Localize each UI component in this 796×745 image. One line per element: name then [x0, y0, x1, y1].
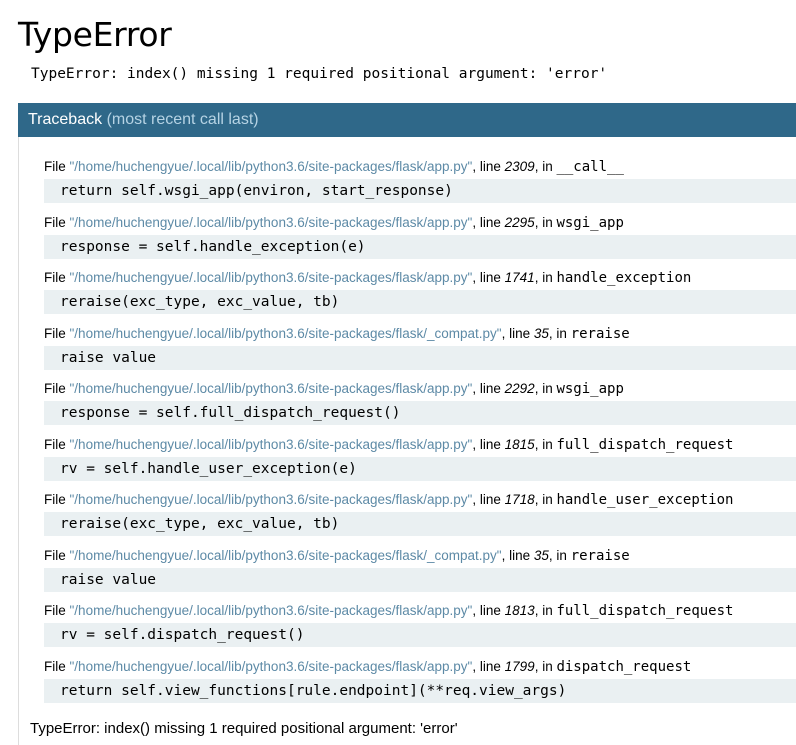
line-label: , line	[472, 214, 505, 230]
in-label: , in	[534, 159, 557, 174]
frame-location: File "/home/huchengyue/.local/lib/python…	[44, 657, 691, 677]
file-label: File	[44, 547, 70, 563]
frame-location: File "/home/huchengyue/.local/lib/python…	[44, 157, 624, 177]
frame-file-path: "/home/huchengyue/.local/lib/python3.6/s…	[69, 270, 473, 285]
file-label: File	[44, 270, 70, 285]
frame-line-number: 1741	[504, 270, 535, 285]
frame-function: __call__	[556, 159, 624, 175]
frame-file-path: "/home/huchengyue/.local/lib/python3.6/s…	[69, 214, 473, 230]
frame-code-line[interactable]: response = self.full_dispatch_request()	[44, 401, 796, 425]
frame-code-line[interactable]: raise value	[44, 567, 796, 592]
frame-file-path: "/home/huchengyue/.local/lib/python3.6/s…	[69, 325, 502, 341]
page-title: TypeError	[18, 15, 172, 54]
frame-function: full_dispatch_request	[556, 436, 734, 453]
line-label: , line	[472, 159, 505, 174]
frame-location: File "/home/huchengyue/.local/lib/python…	[44, 490, 733, 510]
line-label: , line	[472, 658, 505, 674]
frame-code-line[interactable]: return self.view_functions[rule.endpoint…	[44, 678, 796, 703]
frame-location: File "/home/huchengyue/.local/lib/python…	[44, 213, 624, 233]
file-label: File	[44, 381, 70, 396]
in-label: , in	[534, 381, 557, 396]
frame-function: wsgi_app	[556, 214, 624, 231]
traceback-frames: File "/home/huchengyue/.local/lib/python…	[26, 157, 796, 712]
frame-code-line[interactable]: return self.wsgi_app(environ, start_resp…	[44, 179, 796, 203]
frame-file-path: "/home/huchengyue/.local/lib/python3.6/s…	[69, 381, 473, 396]
traceback-label: Traceback	[28, 111, 103, 128]
file-label: File	[44, 658, 70, 674]
file-label: File	[44, 325, 70, 341]
frame-function: wsgi_app	[556, 381, 624, 397]
traceback-frame: File "/home/huchengyue/.local/lib/python…	[26, 213, 796, 269]
frame-file-path: "/home/huchengyue/.local/lib/python3.6/s…	[69, 547, 502, 563]
final-error-message: TypeError: index() missing 1 required po…	[30, 720, 458, 737]
frame-code-line[interactable]: response = self.handle_exception(e)	[44, 234, 796, 259]
frame-function: handle_exception	[556, 270, 692, 286]
frame-function: handle_user_exception	[556, 492, 734, 508]
frame-line-number: 2292	[504, 381, 535, 396]
in-label: , in	[534, 658, 557, 674]
frame-file-path: "/home/huchengyue/.local/lib/python3.6/s…	[69, 159, 473, 174]
traceback-frame: File "/home/huchengyue/.local/lib/python…	[26, 157, 796, 213]
frame-location: File "/home/huchengyue/.local/lib/python…	[44, 435, 733, 455]
frame-location: File "/home/huchengyue/.local/lib/python…	[44, 268, 691, 288]
frame-location: File "/home/huchengyue/.local/lib/python…	[44, 324, 630, 344]
in-label: , in	[548, 547, 571, 563]
frame-code-line[interactable]: reraise(exc_type, exc_value, tb)	[44, 290, 796, 314]
in-label: , in	[534, 270, 557, 285]
frame-line-number: 35	[533, 325, 549, 341]
frame-function: reraise	[570, 325, 630, 342]
file-label: File	[44, 492, 70, 507]
frame-function: reraise	[570, 547, 630, 564]
frame-code-line[interactable]: reraise(exc_type, exc_value, tb)	[44, 512, 796, 536]
frame-line-number: 2309	[504, 159, 535, 174]
traceback-frame: File "/home/huchengyue/.local/lib/python…	[26, 379, 796, 435]
frame-line-number: 1718	[504, 492, 535, 507]
file-label: File	[44, 436, 70, 452]
line-label: , line	[501, 325, 534, 341]
in-label: , in	[534, 603, 557, 618]
file-label: File	[44, 159, 70, 174]
frame-function: dispatch_request	[556, 658, 692, 675]
line-label: , line	[472, 381, 505, 396]
traceback-frame: File "/home/huchengyue/.local/lib/python…	[26, 268, 796, 324]
traceback-frame: File "/home/huchengyue/.local/lib/python…	[26, 657, 796, 713]
frame-file-path: "/home/huchengyue/.local/lib/python3.6/s…	[69, 603, 473, 618]
frame-code-line[interactable]: raise value	[44, 345, 796, 370]
frame-file-path: "/home/huchengyue/.local/lib/python3.6/s…	[69, 436, 473, 452]
traceback-frame: File "/home/huchengyue/.local/lib/python…	[26, 546, 796, 602]
in-label: , in	[534, 436, 557, 452]
in-label: , in	[534, 214, 557, 230]
traceback-frame: File "/home/huchengyue/.local/lib/python…	[26, 601, 796, 657]
line-label: , line	[472, 603, 505, 618]
frame-code-line[interactable]: rv = self.handle_user_exception(e)	[44, 456, 796, 481]
file-label: File	[44, 603, 70, 618]
frame-function: full_dispatch_request	[556, 603, 734, 619]
traceback-frame: File "/home/huchengyue/.local/lib/python…	[26, 435, 796, 491]
line-label: , line	[472, 270, 505, 285]
line-label: , line	[472, 436, 505, 452]
error-message: TypeError: index() missing 1 required po…	[31, 66, 608, 82]
traceback-sublabel: (most recent call last)	[106, 111, 259, 128]
frame-code-line[interactable]: rv = self.dispatch_request()	[44, 623, 796, 647]
frame-location: File "/home/huchengyue/.local/lib/python…	[44, 379, 624, 399]
traceback-header: Traceback (most recent call last)	[18, 103, 796, 137]
traceback-frame: File "/home/huchengyue/.local/lib/python…	[26, 490, 796, 546]
frame-location: File "/home/huchengyue/.local/lib/python…	[44, 546, 630, 566]
frame-file-path: "/home/huchengyue/.local/lib/python3.6/s…	[69, 492, 473, 507]
line-label: , line	[501, 547, 534, 563]
in-label: , in	[534, 492, 557, 507]
frame-line-number: 35	[533, 547, 549, 563]
line-label: , line	[472, 492, 505, 507]
traceback-frame: File "/home/huchengyue/.local/lib/python…	[26, 324, 796, 380]
frame-line-number: 1813	[504, 603, 535, 618]
frame-line-number: 1799	[504, 658, 535, 674]
in-label: , in	[548, 325, 571, 341]
frame-file-path: "/home/huchengyue/.local/lib/python3.6/s…	[69, 658, 473, 674]
frame-line-number: 2295	[504, 214, 535, 230]
file-label: File	[44, 214, 70, 230]
frame-location: File "/home/huchengyue/.local/lib/python…	[44, 601, 733, 621]
frame-line-number: 1815	[504, 436, 535, 452]
